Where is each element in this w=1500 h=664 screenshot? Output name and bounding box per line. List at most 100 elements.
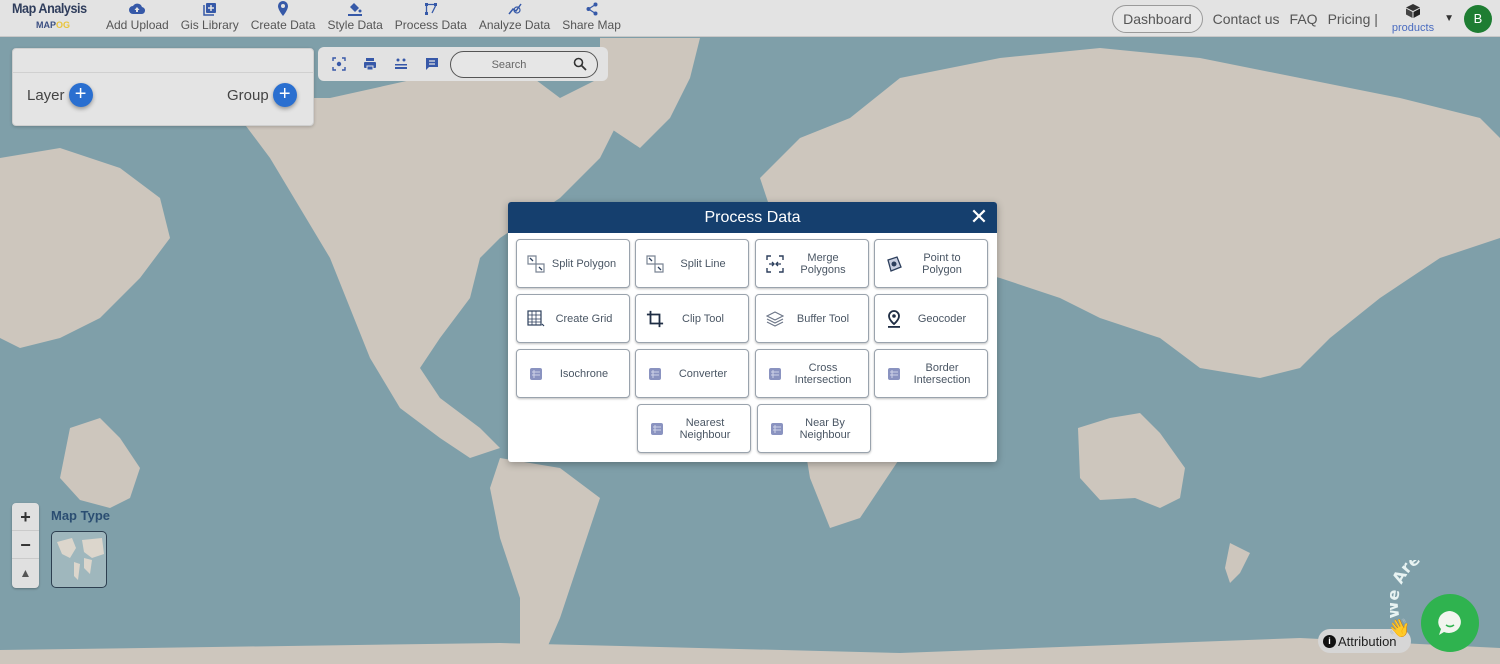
split-polygon-icon [527,254,545,273]
logo-title: Map Analysis [12,0,87,16]
map-pin-icon [277,0,289,17]
nav-label: Style Data [327,18,383,32]
chat-bubble-icon [1438,611,1461,635]
logo[interactable]: Map Analysis MAPOG [12,0,94,37]
search-icon[interactable] [573,57,587,76]
logo-subtitle: MAPOG [36,20,70,30]
products-menu[interactable]: products [1392,3,1434,34]
tool-label: Nearest Neighbour [679,416,731,441]
nearby-neighbour-button[interactable]: Near By Neighbour [757,404,871,453]
nav-label: Add Upload [106,18,169,32]
tool-label: Converter [678,367,728,380]
search-box [450,51,598,78]
land-antarctica [0,638,1500,664]
add-group-row: Group + [227,83,297,107]
cross-intersection-icon [766,365,784,383]
land-australia [1078,413,1185,508]
split-line-button[interactable]: Split Line [635,239,749,288]
layer-label: Layer [27,86,65,104]
add-group-button[interactable]: + [272,83,297,107]
nav-share-map[interactable]: Share Map [556,0,627,37]
converter-icon [646,365,664,383]
nav-process-data[interactable]: Process Data [389,0,473,37]
converter-button[interactable]: Converter [635,349,749,398]
create-grid-button[interactable]: Create Grid [516,294,630,343]
print-icon[interactable] [359,53,381,75]
merge-polygons-button[interactable]: Merge Polygons [755,239,869,288]
map-thumbnail-icon [57,538,104,580]
caret-down-icon[interactable]: ▼ [1444,13,1454,24]
cross-intersection-button[interactable]: Cross Intersection [755,349,869,398]
split-line-icon [646,254,664,273]
split-polygon-button[interactable]: Split Polygon [516,239,630,288]
dashboard-button[interactable]: Dashboard [1112,4,1203,33]
paint-bucket-icon [347,0,363,17]
close-icon[interactable]: ✕ [968,206,990,228]
nav-label: Analyze Data [478,18,551,32]
tool-label: Split Polygon [551,257,617,270]
share-icon [586,0,598,17]
group-label: Group [227,86,269,104]
point-to-polygon-icon [885,255,903,273]
right-nav: Dashboard Contact us FAQ Pricing | produ… [1112,0,1500,37]
nav-add-upload[interactable]: Add Upload [100,0,175,37]
contact-link[interactable]: Contact us [1213,11,1280,27]
products-label: products [1391,22,1435,34]
buffer-tool-button[interactable]: Buffer Tool [755,294,869,343]
faq-link[interactable]: FAQ [1290,11,1318,27]
measure-icon[interactable] [390,53,412,75]
plus-icon: + [74,83,87,105]
tool-label: Isochrone [559,367,609,380]
avatar[interactable]: B [1464,4,1492,33]
search-input[interactable] [451,58,561,71]
nav-analyze-data[interactable]: Analyze Data [473,0,556,37]
nav-label: Process Data [394,18,467,32]
comment-icon[interactable] [421,53,443,75]
nav-create-data[interactable]: Create Data [245,0,322,37]
logo-sub-b: OG [56,20,71,30]
main-nav: Add Upload Gis Library Create Data Style… [100,0,627,37]
zoom-in-button[interactable]: + [12,503,39,531]
isochrone-icon [527,365,545,383]
add-layer-button[interactable]: + [68,83,93,107]
point-to-polygon-button[interactable]: Point to Polygon [874,239,988,288]
border-intersection-button[interactable]: Border Intersection [874,349,988,398]
layer-panel: Layer + Group + [12,48,314,126]
tool-label: Buffer Tool [796,312,850,325]
nearest-neighbour-button[interactable]: Nearest Neighbour [637,404,751,453]
pricing-link[interactable]: Pricing | [1328,11,1378,27]
focus-location-icon[interactable] [328,53,350,75]
map-type-thumbnail[interactable] [51,531,107,588]
cube-icon [1405,3,1421,24]
reset-north-button[interactable]: ▲ [12,559,39,587]
chat-button[interactable] [1421,594,1479,652]
map-toolbar [318,47,608,81]
library-add-icon [202,0,217,17]
clip-tool-button[interactable]: Clip Tool [635,294,749,343]
nav-label: Create Data [250,18,316,32]
geocoder-button[interactable]: Geocoder [874,294,988,343]
process-nodes-icon [424,0,438,17]
border-intersection-icon [885,365,903,383]
nav-label: Share Map [562,18,621,32]
merge-polygons-icon [766,254,784,273]
analyze-icon [507,0,522,17]
plus-icon: + [278,83,291,105]
process-data-modal: Process Data ✕ Split Polygon Split Line … [508,202,997,462]
tool-label: Create Grid [555,312,613,325]
logo-sub-a: MAP [36,20,56,30]
land-greenland [600,38,700,148]
location-pin-icon [885,309,903,328]
land-south-america [490,458,600,664]
top-navbar: Map Analysis MAPOG Add Upload Gis Librar… [0,0,1500,37]
nav-gis-library[interactable]: Gis Library [175,0,245,37]
modal-header: Process Data ✕ [508,202,997,233]
isochrone-button[interactable]: Isochrone [516,349,630,398]
waving-hand-icon: 👋 [1388,618,1411,638]
layers-icon [766,310,784,328]
zoom-out-button[interactable]: − [12,531,39,559]
tool-label: Clip Tool [682,312,724,325]
nav-style-data[interactable]: Style Data [321,0,388,37]
modal-title: Process Data [704,209,801,226]
tool-label: Split Line [680,257,726,270]
